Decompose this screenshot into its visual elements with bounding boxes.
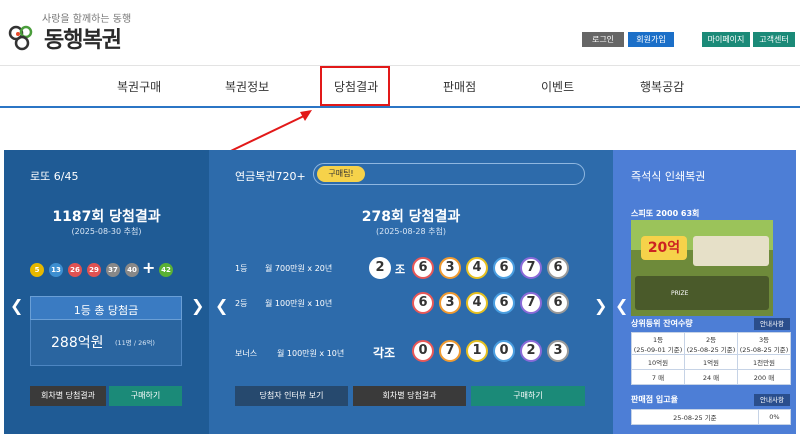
table-cell: 1등 (25-09-01 기준)	[631, 332, 685, 355]
table-title: 상위등위 잔여수량	[631, 319, 693, 328]
prize-sub: (11명 / 26억)	[115, 339, 155, 347]
pension-title: 연금복권720+	[235, 170, 306, 183]
stock-rate-table: 25-08-25 기준 0%	[631, 409, 792, 425]
plus-icon: +	[142, 258, 156, 277]
lotto-buy-button[interactable]: 구매하기	[109, 386, 182, 406]
instant-product: 스피또 2000 63회	[631, 209, 700, 218]
prev-arrow-icon[interactable]: ❮	[615, 296, 628, 315]
pension-ball: 6	[412, 257, 434, 279]
prev-arrow-icon[interactable]: ❮	[215, 296, 228, 315]
scratch-card-image[interactable]: 20억 PRIZE	[631, 220, 773, 316]
guide-button[interactable]: 안내사항	[754, 318, 790, 330]
pension-ball: 6	[547, 292, 569, 314]
table-cell: 1억원	[684, 354, 738, 370]
stock-table: 1등 (25-09-01 기준) 2등 (25-08-25 기준) 3등 (25…	[631, 332, 791, 385]
lotto-round: 1187회 당첨결과	[52, 209, 161, 225]
tip-bar: 구매팁!	[313, 163, 585, 185]
next-arrow-icon[interactable]: ❯	[191, 296, 204, 315]
pension-ball: 7	[520, 257, 542, 279]
table-row: 1등 (25-09-01 기준) 2등 (25-08-25 기준) 3등 (25…	[631, 332, 791, 355]
row3-group: 각조	[373, 346, 396, 360]
table-cell: 0%	[757, 409, 792, 425]
prev-arrow-icon[interactable]: ❮	[10, 296, 23, 315]
lotto-bonus-ball: 42	[159, 263, 173, 277]
lotto-date: (2025-08-30 추첨)	[71, 227, 142, 236]
lotto-ball: 26	[68, 263, 82, 277]
pension-panel: 연금복권720+ 구매팁! 278회 당첨결과 (2025-08-28 추첨) …	[209, 150, 613, 434]
pension-ball: 6	[412, 292, 434, 314]
row3-label: 보너스	[235, 349, 258, 358]
guide-button-2[interactable]: 안내사항	[754, 394, 790, 406]
pension-ball: 3	[547, 340, 569, 362]
row1-desc: 월 700만원 x 20년	[265, 264, 333, 273]
pension-ball: 6	[493, 292, 515, 314]
pension-ball: 0	[493, 340, 515, 362]
lotto-ball: 40	[125, 263, 139, 277]
lotto-ball: 13	[49, 263, 63, 277]
row2-desc: 월 100만원 x 10년	[265, 299, 333, 308]
table-row: 7 매 24 매 200 매	[631, 369, 791, 385]
table-cell: 200 매	[737, 369, 791, 385]
lotto-ball: 37	[106, 263, 120, 277]
tip-button[interactable]: 구매팁!	[317, 166, 365, 182]
table-row: 25-08-25 기준 0%	[631, 409, 792, 425]
card-prize-label: PRIZE	[671, 290, 689, 297]
pension-ball: 3	[439, 292, 461, 314]
pension-ball: 7	[439, 340, 461, 362]
table-cell: 24 매	[684, 369, 738, 385]
pension-ball: 4	[466, 257, 488, 279]
interview-button[interactable]: 당첨자 인터뷰 보기	[235, 386, 348, 406]
prize-label-box: 1등 총 당첨금	[30, 296, 182, 320]
instant-title: 즉석식 인쇄복권	[631, 170, 706, 183]
prize-box: 288억원 (11명 / 26억)	[30, 320, 182, 366]
row2-label: 2등	[235, 299, 248, 308]
table-cell: 25-08-25 기준	[631, 409, 759, 425]
lotto-title: 로또 6/45	[30, 170, 79, 183]
prize-amount: 288억원	[51, 335, 104, 351]
row1-group-ball: 2	[369, 257, 391, 279]
pension-ball: 1	[466, 340, 488, 362]
prize-label: 1등 총 당첨금	[73, 304, 139, 317]
pension-ball: 3	[439, 257, 461, 279]
pension-ball: 7	[520, 292, 542, 314]
card-amount: 20억	[641, 236, 687, 260]
pension-ball: 2	[520, 340, 542, 362]
table-row: 10억원 1억원 1천만원	[631, 354, 791, 370]
lotto-ball: 5	[30, 263, 44, 277]
pension-round: 278회 당첨결과	[361, 209, 461, 225]
pension-results-button[interactable]: 회차별 당첨결과	[353, 386, 466, 406]
table-cell: 2등 (25-08-25 기준)	[684, 332, 738, 355]
pension-ball: 6	[493, 257, 515, 279]
table-cell: 3등 (25-08-25 기준)	[737, 332, 791, 355]
row1-label: 1등	[235, 264, 248, 273]
pension-date: (2025-08-28 추첨)	[376, 227, 446, 236]
row1-jo: 조	[395, 263, 406, 276]
lotto-results-button[interactable]: 회차별 당첨결과	[30, 386, 106, 406]
pension-buy-button[interactable]: 구매하기	[471, 386, 585, 406]
table-cell: 1천만원	[737, 354, 791, 370]
instant-panel: 즉석식 인쇄복권 스피또 2000 63회 20억 PRIZE 상위등위 잔여수…	[613, 150, 796, 434]
table-cell: 10억원	[631, 354, 685, 370]
lotto-panel: 로또 6/45 1187회 당첨결과 (2025-08-30 추첨) 5 13 …	[4, 150, 209, 434]
lotto-ball: 29	[87, 263, 101, 277]
stock-title: 판매점 입고율	[631, 395, 678, 404]
pension-ball: 6	[547, 257, 569, 279]
next-arrow-icon[interactable]: ❯	[594, 296, 607, 315]
pension-ball: 4	[466, 292, 488, 314]
row3-desc: 월 100만원 x 10년	[277, 349, 345, 358]
pension-ball: 0	[412, 340, 434, 362]
table-cell: 7 매	[631, 369, 685, 385]
